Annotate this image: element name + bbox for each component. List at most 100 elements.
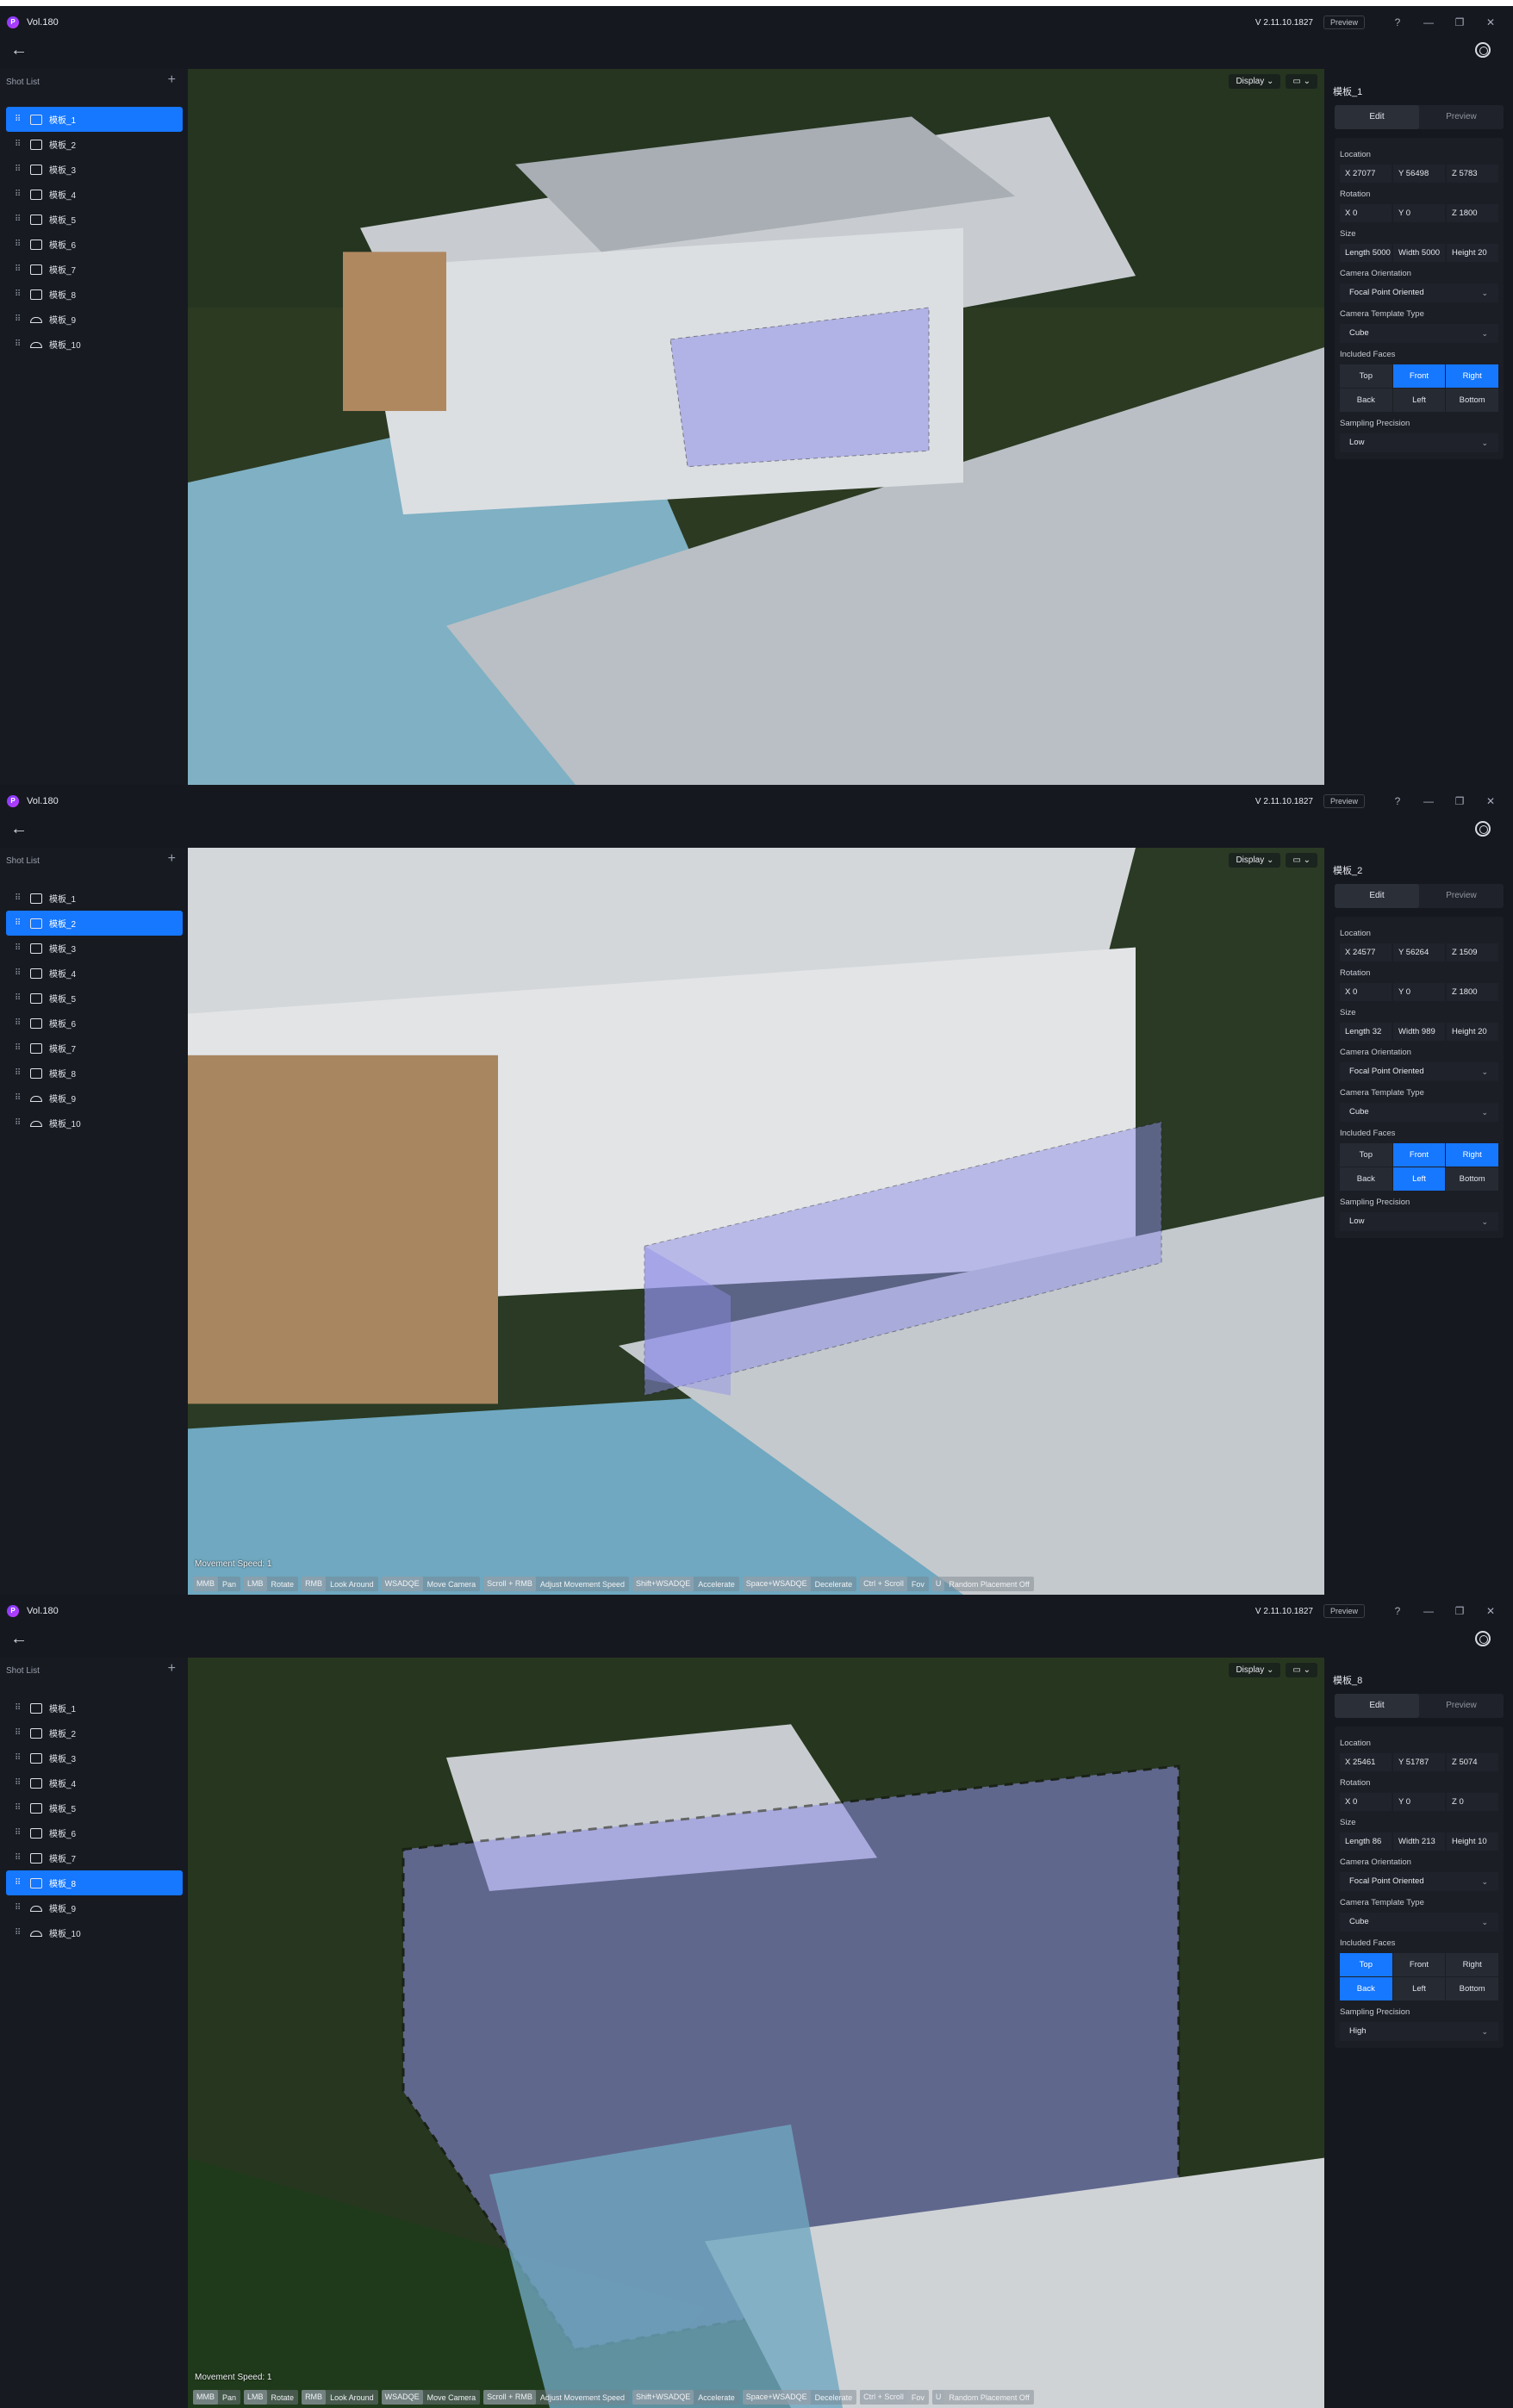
add-shot-button[interactable]: + [168,1661,176,1677]
drag-handle-icon[interactable]: ⠿ [15,1043,27,1053]
shot-list-item[interactable]: ⠿ 模板_8 [6,282,183,307]
shot-list-item[interactable]: ⠿ 模板_7 [6,257,183,282]
drag-handle-icon[interactable]: ⠿ [15,1828,27,1838]
drag-handle-icon[interactable]: ⠿ [15,289,27,299]
camera-template-type-select[interactable]: Cube ⌄ [1340,1913,1498,1932]
location-field[interactable]: X 25461 [1340,1753,1392,1771]
location-field[interactable]: Z 5783 [1447,165,1498,183]
restore-icon[interactable]: ❐ [1444,16,1475,28]
settings-gear-icon[interactable] [1475,42,1491,58]
shot-list-item[interactable]: ⠿ 模板_1 [6,886,183,911]
drag-handle-icon[interactable]: ⠿ [15,1753,27,1763]
shot-list-item[interactable]: ⠿ 模板_8 [6,1870,183,1895]
face-toggle-left[interactable]: Left [1392,389,1446,412]
drag-handle-icon[interactable]: ⠿ [15,968,27,978]
tab-edit[interactable]: Edit [1335,1694,1419,1718]
shot-list-item[interactable]: ⠿ 模板_1 [6,107,183,132]
display-dropdown[interactable]: Display ⌄ [1229,74,1281,89]
help-icon[interactable]: ? [1382,16,1413,28]
drag-handle-icon[interactable]: ⠿ [15,1803,27,1813]
drag-handle-icon[interactable]: ⠿ [15,943,27,953]
drag-handle-icon[interactable]: ⠿ [15,115,27,124]
rotation-field[interactable]: Y 0 [1393,204,1445,222]
3d-viewport[interactable]: Display ⌄ ▭ ⌄ [188,69,1324,785]
shot-list-item[interactable]: ⠿ 模板_3 [6,1745,183,1770]
shot-list-item[interactable]: ⠿ 模板_10 [6,332,183,357]
drag-handle-icon[interactable]: ⠿ [15,1928,27,1938]
close-icon[interactable]: ✕ [1475,1605,1506,1617]
face-toggle-bottom[interactable]: Bottom [1446,1977,1498,2000]
tab-edit[interactable]: Edit [1335,884,1419,908]
face-toggle-back[interactable]: Back [1340,1977,1392,2000]
display-dropdown[interactable]: Display ⌄ [1229,853,1281,868]
face-toggle-top[interactable]: Top [1340,364,1392,388]
tab-edit[interactable]: Edit [1335,105,1419,129]
camera-orientation-select[interactable]: Focal Point Oriented ⌄ [1340,283,1498,302]
shot-list-item[interactable]: ⠿ 模板_8 [6,1061,183,1086]
size-field[interactable]: Length 5000 [1340,244,1392,262]
face-toggle-front[interactable]: Front [1392,1143,1446,1167]
drag-handle-icon[interactable]: ⠿ [15,1068,27,1078]
location-field[interactable]: X 24577 [1340,943,1392,961]
shot-list-item[interactable]: ⠿ 模板_6 [6,1820,183,1845]
rotation-field[interactable]: Z 1800 [1447,983,1498,1001]
rotation-field[interactable]: Z 0 [1447,1793,1498,1811]
drag-handle-icon[interactable]: ⠿ [15,1018,27,1028]
shot-list-item[interactable]: ⠿ 模板_3 [6,936,183,961]
rotation-field[interactable]: X 0 [1340,983,1392,1001]
face-toggle-bottom[interactable]: Bottom [1446,1167,1498,1191]
minimize-icon[interactable]: — [1413,16,1444,28]
face-toggle-back[interactable]: Back [1340,1167,1392,1191]
3d-viewport[interactable]: Display ⌄ ▭ ⌄ Movement Speed: 1 MMB Pan LMB Ro… [188,1658,1324,2408]
settings-gear-icon[interactable] [1475,1631,1491,1646]
drag-handle-icon[interactable]: ⠿ [15,918,27,928]
face-toggle-right[interactable]: Right [1446,1953,1498,1976]
preview-badge[interactable]: Preview [1323,1604,1365,1618]
shot-list-item[interactable]: ⠿ 模板_5 [6,1795,183,1820]
drag-handle-icon[interactable]: ⠿ [15,1703,27,1713]
camera-view-dropdown[interactable]: ▭ ⌄ [1286,1663,1317,1677]
size-field[interactable]: Height 20 [1447,1023,1498,1041]
shot-list-item[interactable]: ⠿ 模板_4 [6,182,183,207]
shot-list-item[interactable]: ⠿ 模板_9 [6,1895,183,1920]
scene-render[interactable] [188,1658,1324,2408]
shot-list-item[interactable]: ⠿ 模板_5 [6,986,183,1011]
location-field[interactable]: Z 1509 [1447,943,1498,961]
close-icon[interactable]: ✕ [1475,795,1506,807]
shot-list-item[interactable]: ⠿ 模板_2 [6,1720,183,1745]
restore-icon[interactable]: ❐ [1444,795,1475,807]
scene-render[interactable] [188,69,1324,785]
shot-list-item[interactable]: ⠿ 模板_2 [6,132,183,157]
location-field[interactable]: Y 56264 [1393,943,1445,961]
help-icon[interactable]: ? [1382,795,1413,807]
face-toggle-top[interactable]: Top [1340,1953,1392,1976]
back-arrow-icon[interactable]: ← [10,1629,28,1649]
face-toggle-back[interactable]: Back [1340,389,1392,412]
minimize-icon[interactable]: — [1413,795,1444,807]
size-field[interactable]: Length 32 [1340,1023,1392,1041]
shot-list-item[interactable]: ⠿ 模板_10 [6,1920,183,1945]
shot-list-item[interactable]: ⠿ 模板_4 [6,961,183,986]
face-toggle-left[interactable]: Left [1392,1167,1446,1191]
tab-preview[interactable]: Preview [1419,1694,1504,1718]
add-shot-button[interactable]: + [168,72,176,88]
size-field[interactable]: Width 213 [1393,1832,1445,1851]
preview-badge[interactable]: Preview [1323,16,1365,29]
shot-list-item[interactable]: ⠿ 模板_6 [6,1011,183,1036]
back-arrow-icon[interactable]: ← [10,40,28,60]
shot-list-item[interactable]: ⠿ 模板_6 [6,232,183,257]
drag-handle-icon[interactable]: ⠿ [15,1903,27,1913]
size-field[interactable]: Height 20 [1447,244,1498,262]
3d-viewport[interactable]: Display ⌄ ▭ ⌄ Movement Speed: 1 MMB Pan LMB Ro… [188,848,1324,1595]
shot-list-item[interactable]: ⠿ 模板_5 [6,207,183,232]
drag-handle-icon[interactable]: ⠿ [15,215,27,224]
face-toggle-top[interactable]: Top [1340,1143,1392,1167]
location-field[interactable]: Z 5074 [1447,1753,1498,1771]
shot-list-item[interactable]: ⠿ 模板_9 [6,1086,183,1111]
location-field[interactable]: Y 51787 [1393,1753,1445,1771]
drag-handle-icon[interactable]: ⠿ [15,1878,27,1888]
drag-handle-icon[interactable]: ⠿ [15,314,27,324]
face-toggle-front[interactable]: Front [1392,364,1446,388]
size-field[interactable]: Width 989 [1393,1023,1445,1041]
face-toggle-left[interactable]: Left [1392,1977,1446,2000]
